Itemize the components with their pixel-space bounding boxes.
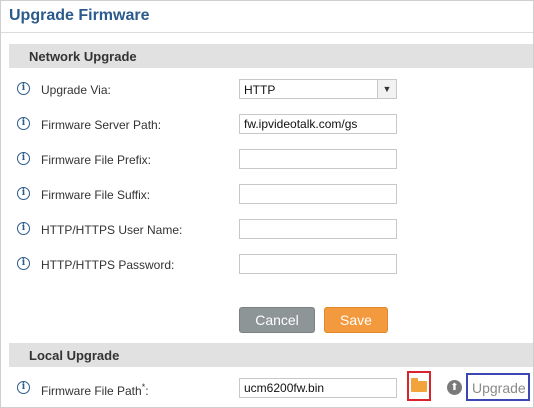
http-password-label: HTTP/HTTPS Password:	[41, 258, 175, 272]
network-upgrade-title: Network Upgrade	[29, 49, 137, 64]
firmware-file-path-input[interactable]	[239, 378, 397, 398]
info-icon[interactable]: i	[17, 82, 30, 95]
upgrade-label: Upgrade	[472, 380, 526, 396]
firmware-file-prefix-label: Firmware File Prefix:	[41, 153, 152, 167]
chevron-down-icon[interactable]: ▼	[377, 80, 396, 98]
upgrade-firmware-panel: Upgrade Firmware Network Upgrade i Upgra…	[0, 0, 534, 408]
title-divider	[1, 32, 533, 33]
http-password-input[interactable]	[239, 254, 397, 274]
upgrade-via-value: HTTP	[244, 83, 276, 97]
upgrade-via-row: i Upgrade Via: HTTP ▼	[9, 74, 533, 104]
http-user-name-label: HTTP/HTTPS User Name:	[41, 223, 183, 237]
firmware-server-path-label: Firmware Server Path:	[41, 118, 162, 132]
info-icon[interactable]: i	[17, 117, 30, 130]
http-user-name-input[interactable]	[239, 219, 397, 239]
info-icon[interactable]: i	[17, 152, 30, 165]
info-icon[interactable]: i	[17, 257, 30, 270]
firmware-file-prefix-input[interactable]	[239, 149, 397, 169]
firmware-file-path-label: Firmware File Path*:	[41, 382, 149, 398]
upgrade-via-select[interactable]: HTTP ▼	[239, 79, 397, 99]
info-icon[interactable]: i	[17, 381, 30, 394]
info-icon[interactable]: i	[17, 187, 30, 200]
firmware-server-path-row: i Firmware Server Path:	[9, 109, 533, 139]
firmware-file-prefix-row: i Firmware File Prefix:	[9, 144, 533, 174]
browse-button[interactable]	[407, 371, 431, 401]
save-button[interactable]: Save	[324, 307, 388, 333]
local-upgrade-title: Local Upgrade	[29, 348, 120, 363]
upgrade-button[interactable]: Upgrade	[466, 373, 530, 401]
info-icon[interactable]: i	[17, 222, 30, 235]
firmware-file-suffix-label: Firmware File Suffix:	[41, 188, 151, 202]
http-password-row: i HTTP/HTTPS Password:	[9, 249, 533, 279]
network-upgrade-header: Network Upgrade	[9, 44, 533, 68]
upload-icon: ⬆	[447, 380, 462, 395]
firmware-file-suffix-row: i Firmware File Suffix:	[9, 179, 533, 209]
http-user-name-row: i HTTP/HTTPS User Name:	[9, 214, 533, 244]
firmware-server-path-input[interactable]	[239, 114, 397, 134]
local-upgrade-header: Local Upgrade	[9, 343, 533, 367]
page-title: Upgrade Firmware	[9, 7, 150, 24]
folder-icon	[411, 378, 427, 392]
cancel-button[interactable]: Cancel	[239, 307, 315, 333]
firmware-file-suffix-input[interactable]	[239, 184, 397, 204]
upgrade-via-label: Upgrade Via:	[41, 83, 111, 97]
